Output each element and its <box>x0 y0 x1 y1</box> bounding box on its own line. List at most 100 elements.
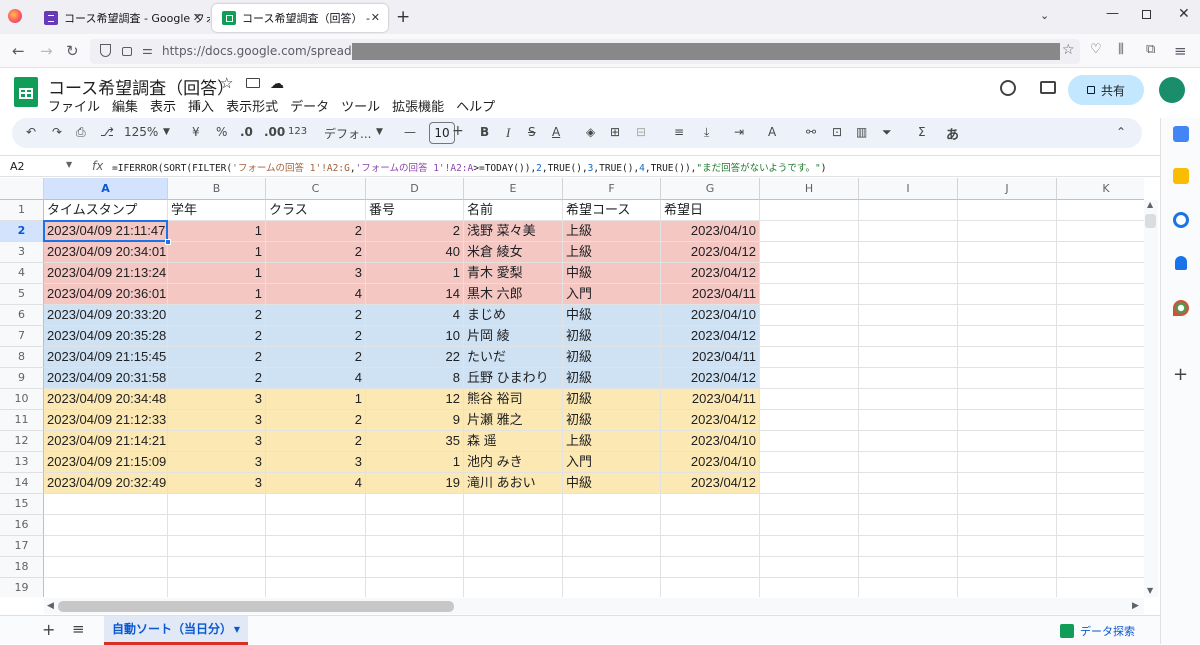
table-cell[interactable]: 2023/04/09 21:14:21 <box>44 431 168 452</box>
get-addons-icon[interactable]: + <box>1173 364 1188 385</box>
row-header-15[interactable]: 15 <box>0 494 44 515</box>
table-cell[interactable] <box>661 494 760 515</box>
table-cell[interactable] <box>760 557 859 578</box>
table-cell[interactable] <box>859 368 958 389</box>
table-cell[interactable]: 3 <box>168 389 266 410</box>
increase-font-size-icon[interactable]: + <box>452 123 464 139</box>
table-cell[interactable]: 2023/04/12 <box>661 368 760 389</box>
column-header-f[interactable]: F <box>563 178 661 200</box>
table-cell[interactable] <box>958 263 1057 284</box>
chevron-down-icon[interactable]: ▼ <box>376 127 383 137</box>
horizontal-align-icon[interactable]: ≡ <box>674 125 684 139</box>
table-cell[interactable] <box>760 452 859 473</box>
menu-tools[interactable]: ツール <box>341 96 380 115</box>
table-cell[interactable] <box>958 347 1057 368</box>
table-cell[interactable] <box>464 557 563 578</box>
table-cell[interactable]: 2023/04/12 <box>661 263 760 284</box>
table-cell[interactable]: 1 <box>168 242 266 263</box>
header-cell[interactable] <box>958 200 1057 221</box>
table-cell[interactable] <box>1057 389 1144 410</box>
table-cell[interactable] <box>958 557 1057 578</box>
insert-link-icon[interactable]: ⚯ <box>806 125 816 139</box>
input-tools-icon[interactable]: あ <box>946 124 959 143</box>
table-cell[interactable]: 中級 <box>563 473 661 494</box>
header-cell[interactable] <box>760 200 859 221</box>
star-icon[interactable]: ☆ <box>220 74 233 92</box>
table-cell[interactable] <box>958 326 1057 347</box>
row-header-5[interactable]: 5 <box>0 284 44 305</box>
table-cell[interactable]: 2023/04/09 21:13:24 <box>44 263 168 284</box>
table-cell[interactable]: 2023/04/09 20:33:20 <box>44 305 168 326</box>
table-cell[interactable] <box>366 557 464 578</box>
table-cell[interactable] <box>760 578 859 597</box>
table-cell[interactable]: 22 <box>366 347 464 368</box>
table-cell[interactable] <box>266 536 366 557</box>
lock-icon[interactable] <box>122 47 132 56</box>
table-cell[interactable]: 2 <box>168 326 266 347</box>
table-cell[interactable] <box>44 557 168 578</box>
table-cell[interactable]: 3 <box>168 431 266 452</box>
table-cell[interactable] <box>464 578 563 597</box>
header-cell[interactable] <box>859 200 958 221</box>
currency-format-button[interactable]: ¥ <box>192 125 200 139</box>
table-cell[interactable]: 初級 <box>563 410 661 431</box>
table-cell[interactable]: 2023/04/09 21:11:47 <box>44 221 168 242</box>
table-cell[interactable]: 2023/04/09 20:36:01 <box>44 284 168 305</box>
table-cell[interactable]: 森 遥 <box>464 431 563 452</box>
table-cell[interactable] <box>958 452 1057 473</box>
table-cell[interactable]: 14 <box>366 284 464 305</box>
table-cell[interactable]: 4 <box>266 284 366 305</box>
table-cell[interactable]: 3 <box>168 473 266 494</box>
table-cell[interactable] <box>266 578 366 597</box>
text-color-icon[interactable]: A <box>552 125 560 139</box>
row-header-2[interactable]: 2 <box>0 221 44 242</box>
shield-icon[interactable] <box>100 44 111 57</box>
table-cell[interactable] <box>958 536 1057 557</box>
table-cell[interactable] <box>760 368 859 389</box>
table-cell[interactable]: 19 <box>366 473 464 494</box>
table-cell[interactable]: 12 <box>366 389 464 410</box>
new-tab-icon[interactable]: + <box>396 7 410 27</box>
row-header-9[interactable]: 9 <box>0 368 44 389</box>
table-cell[interactable] <box>859 242 958 263</box>
column-header-d[interactable]: D <box>366 178 464 200</box>
table-cell[interactable] <box>958 578 1057 597</box>
table-cell[interactable]: 2023/04/09 20:34:48 <box>44 389 168 410</box>
table-cell[interactable]: 池内 みき <box>464 452 563 473</box>
table-cell[interactable]: 4 <box>366 305 464 326</box>
table-cell[interactable] <box>958 515 1057 536</box>
table-cell[interactable] <box>760 242 859 263</box>
text-rotation-icon[interactable]: A <box>768 125 776 139</box>
row-header-13[interactable]: 13 <box>0 452 44 473</box>
select-all-corner[interactable] <box>0 178 44 200</box>
row-header-3[interactable]: 3 <box>0 242 44 263</box>
table-cell[interactable]: 片岡 綾 <box>464 326 563 347</box>
menu-extensions[interactable]: 拡張機能 <box>392 96 444 115</box>
column-header-j[interactable]: J <box>958 178 1057 200</box>
extensions-icon[interactable]: ⧉ <box>1146 42 1155 57</box>
table-cell[interactable] <box>958 494 1057 515</box>
table-cell[interactable] <box>958 368 1057 389</box>
table-cell[interactable]: 2023/04/12 <box>661 242 760 263</box>
table-cell[interactable]: 2 <box>266 431 366 452</box>
table-cell[interactable]: 1 <box>366 452 464 473</box>
table-cell[interactable]: 中級 <box>563 305 661 326</box>
table-cell[interactable] <box>859 263 958 284</box>
table-cell[interactable] <box>859 557 958 578</box>
spreadsheet-grid[interactable]: A B C D E F G H I J K 1 タイムスタンプ 学年 クラス 番号 名前 希望コース 希望日 2 202… <box>0 178 1144 597</box>
table-cell[interactable]: 2023/04/10 <box>661 305 760 326</box>
name-box[interactable]: A2 <box>10 160 25 173</box>
insert-chart-icon[interactable]: ▥ <box>856 125 867 139</box>
table-cell[interactable]: 1 <box>266 389 366 410</box>
menu-insert[interactable]: 挿入 <box>188 96 214 115</box>
chevron-down-icon[interactable]: ▼ <box>66 160 72 169</box>
table-cell[interactable]: 2023/04/09 20:35:28 <box>44 326 168 347</box>
table-cell[interactable] <box>366 515 464 536</box>
table-cell[interactable] <box>859 284 958 305</box>
table-cell[interactable] <box>1057 347 1144 368</box>
column-header-a[interactable]: A <box>44 178 168 200</box>
table-cell[interactable]: 2023/04/12 <box>661 326 760 347</box>
table-cell[interactable] <box>958 410 1057 431</box>
row-header-6[interactable]: 6 <box>0 305 44 326</box>
table-cell[interactable] <box>661 578 760 597</box>
